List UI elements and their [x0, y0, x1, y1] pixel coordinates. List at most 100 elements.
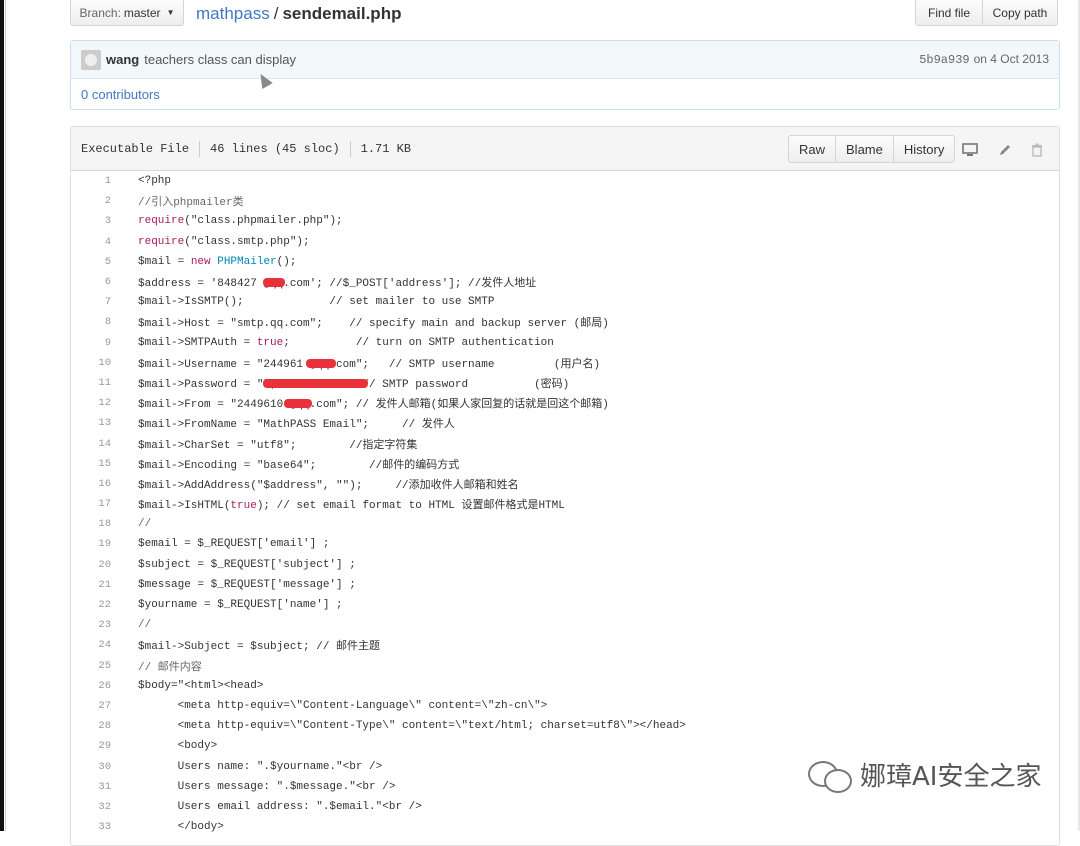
line-number[interactable]: 2	[71, 195, 111, 207]
line-number[interactable]: 31	[71, 781, 111, 793]
divider	[349, 140, 351, 157]
code-line: 29 <body>	[71, 736, 1059, 756]
file-viewer: Executable File 46 lines (45 sloc) 1.71 …	[70, 126, 1060, 846]
code-text: <meta http-equiv=\"Content-Language\" co…	[138, 699, 548, 712]
line-number[interactable]: 29	[71, 740, 111, 752]
line-number[interactable]: 17	[71, 498, 111, 510]
line-number[interactable]: 21	[71, 579, 111, 591]
code-text: $email = $_REQUEST['email'] ;	[138, 538, 330, 551]
file-lines: 46 lines (45 sloc)	[210, 141, 340, 156]
line-number[interactable]: 12	[71, 397, 111, 409]
code-text: //	[138, 518, 152, 531]
contributors-link[interactable]: 0 contributors	[81, 87, 160, 102]
code-text: $mail->CharSet = "utf8"; //指定字符集	[138, 439, 418, 452]
code-text: </body>	[138, 821, 224, 834]
code-line: 15 $mail->Encoding = "base64"; //邮件的编码方式	[71, 454, 1059, 474]
code-line: 28 <meta http-equiv=\"Content-Type\" con…	[71, 716, 1059, 736]
code-line: 13 $mail->FromName = "MathPASS Email"; //…	[71, 413, 1059, 433]
desktop-icon[interactable]	[961, 141, 979, 159]
line-number[interactable]: 1	[71, 175, 111, 187]
code-line: 22 $yourname = $_REQUEST['name'] ;	[71, 595, 1059, 615]
find-file-button[interactable]: Find file	[915, 0, 983, 26]
code-listing: 1 <?php 2 //引入phpmailer类 3 require("class.php…	[71, 171, 1059, 837]
blame-button[interactable]: Blame	[835, 135, 894, 163]
code-text: //	[138, 619, 152, 632]
code-text: $mail->Username = "244961 @qq.com"; // S…	[138, 358, 601, 371]
code-line: 27 <meta http-equiv=\"Content-Language\"…	[71, 696, 1059, 716]
code-line: 32 Users email address: ".$email."<br />	[71, 797, 1059, 817]
line-number[interactable]: 28	[71, 720, 111, 732]
line-number[interactable]: 33	[71, 821, 111, 833]
code-line: 17 $mail->IsHTML(true); // set email form…	[71, 494, 1059, 514]
line-number[interactable]: 6	[71, 276, 111, 288]
breadcrumb-separator: /	[273, 4, 279, 23]
code-text: $mail->SMTPAuth = true; // turn on SMTP …	[138, 336, 554, 349]
branch-selector[interactable]: Branch: master ▼	[70, 0, 184, 26]
code-text: $mail->Host = "smtp.qq.com"; // specify …	[138, 318, 609, 331]
commit-sha[interactable]: 5b9a939	[919, 53, 969, 67]
line-number[interactable]: 27	[71, 700, 111, 712]
code-line: 6 $address = '848427 @qq.com'; //$_POST['…	[71, 272, 1059, 292]
code-line: 16 $mail->AddAddress("$address", ""); //添…	[71, 474, 1059, 494]
watermark-text: 娜璋AI安全之家	[860, 762, 1042, 792]
branch-name: master	[123, 5, 161, 20]
caret-down-icon: ▼	[166, 8, 175, 17]
pencil-icon[interactable]	[996, 141, 1014, 159]
code-text: $body="<html><head>	[138, 679, 264, 692]
code-line: 2 //引入phpmailer类	[71, 191, 1059, 211]
line-number[interactable]: 5	[71, 256, 111, 268]
line-number[interactable]: 7	[71, 296, 111, 308]
code-line: 19 $email = $_REQUEST['email'] ;	[71, 534, 1059, 554]
history-button[interactable]: History	[892, 135, 956, 163]
line-number[interactable]: 3	[71, 215, 111, 227]
code-line: 33 </body>	[71, 817, 1059, 837]
raw-button[interactable]: Raw	[788, 135, 837, 163]
copy-path-button[interactable]: Copy path	[982, 0, 1058, 26]
avatar[interactable]	[81, 49, 101, 70]
commit-message[interactable]: teachers class can display	[144, 52, 296, 67]
line-number[interactable]: 20	[71, 559, 111, 571]
line-number[interactable]: 25	[71, 660, 111, 672]
file-info-bar: Executable File 46 lines (45 sloc) 1.71 …	[71, 127, 1059, 171]
line-number[interactable]: 8	[71, 316, 111, 328]
line-number[interactable]: 10	[71, 357, 111, 369]
code-text: $mail->From = "2449610 @qq.com"; // 发件人邮…	[138, 399, 609, 412]
line-number[interactable]: 26	[71, 680, 111, 692]
line-number[interactable]: 19	[71, 538, 111, 550]
line-number[interactable]: 32	[71, 801, 111, 813]
trash-icon[interactable]	[1028, 141, 1046, 159]
code-text: $mail->IsSMTP(); // set mailer to use SM…	[138, 296, 495, 309]
avatar-image	[85, 53, 97, 66]
line-number[interactable]: 13	[71, 417, 111, 429]
wechat-icon	[808, 759, 852, 793]
breadcrumb: mathpass / sendemail.php	[196, 4, 401, 24]
line-number[interactable]: 18	[71, 518, 111, 530]
code-line: 21 $message = $_REQUEST['message'] ;	[71, 575, 1059, 595]
redaction-mark	[284, 399, 312, 409]
code-text: $mail->Encoding = "base64"; //邮件的编码方式	[138, 459, 460, 472]
line-number[interactable]: 4	[71, 236, 111, 248]
line-number[interactable]: 24	[71, 639, 111, 651]
line-number[interactable]: 23	[71, 619, 111, 631]
code-text: <body>	[138, 740, 218, 753]
line-number[interactable]: 14	[71, 438, 111, 450]
code-text: // 邮件内容	[138, 661, 202, 674]
code-line: 24 $mail->Subject = $subject; // 邮件主题	[71, 635, 1059, 655]
line-number[interactable]: 30	[71, 761, 111, 773]
commit-author[interactable]: wang	[106, 52, 139, 67]
line-number[interactable]: 15	[71, 458, 111, 470]
divider	[199, 140, 201, 157]
code-text: Users email address: ".$email."<br />	[138, 800, 422, 813]
code-line: 25 // 邮件内容	[71, 656, 1059, 676]
code-line: 12 $mail->From = "2449610 @qq.com"; // 发件…	[71, 393, 1059, 413]
line-number[interactable]: 11	[71, 377, 111, 389]
repo-link[interactable]: mathpass	[196, 4, 270, 23]
code-text: $mail->Subject = $subject; // 邮件主题	[138, 641, 381, 654]
line-number[interactable]: 22	[71, 599, 111, 611]
code-text: require("class.phpmailer.php");	[138, 215, 343, 228]
code-line: 7 $mail->IsSMTP(); // set mailer to use S…	[71, 292, 1059, 312]
line-number[interactable]: 16	[71, 478, 111, 490]
line-number[interactable]: 9	[71, 337, 111, 349]
code-text: $address = '848427 @qq.com'; //$_POST['a…	[138, 278, 537, 291]
branch-prefix: Branch:	[79, 5, 121, 20]
